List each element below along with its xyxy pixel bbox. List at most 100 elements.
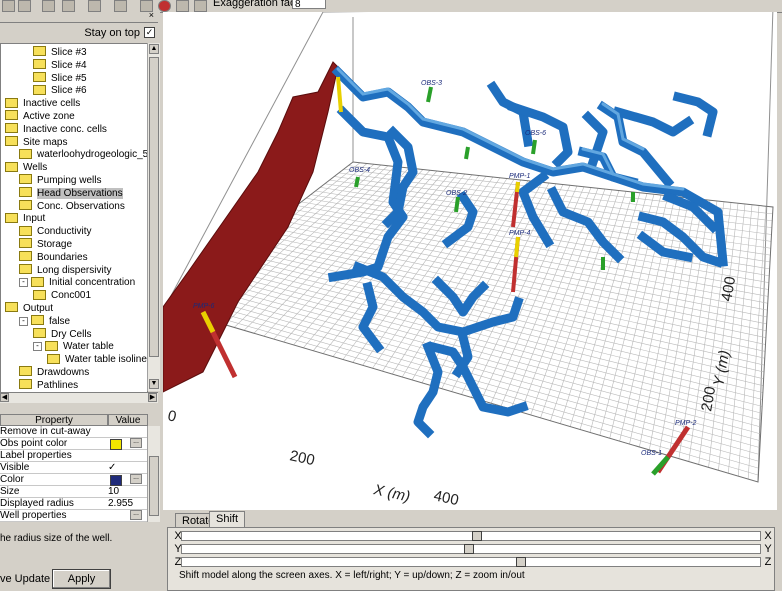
tree-item[interactable]: Site maps [5, 135, 67, 149]
scroll-thumb[interactable] [149, 57, 159, 357]
tree-item-label: false [49, 315, 71, 327]
scroll-right-icon[interactable]: ▶ [148, 393, 157, 402]
folder-icon [31, 276, 44, 287]
navigation-panel: Rotate Shift X X Y Y Z Z Shift model alo… [163, 510, 777, 591]
pathlines [327, 65, 728, 439]
folder-icon [33, 289, 46, 300]
tree-item-label: Slice #3 [51, 47, 87, 58]
grid-scrollbar[interactable] [147, 426, 160, 522]
printer-icon[interactable] [194, 0, 207, 12]
tree-item[interactable]: waterloohydrogeologic_591_6 [19, 148, 148, 161]
tree-item-label: Slice #5 [51, 72, 87, 84]
ellipsis-button[interactable]: ... [130, 510, 142, 520]
settings-icon[interactable] [114, 0, 127, 12]
y-shift-slider[interactable] [181, 544, 761, 554]
save-icon[interactable] [18, 0, 31, 12]
stay-on-top-checkbox[interactable]: ✓ [144, 27, 155, 38]
scroll-left-icon[interactable]: ◀ [0, 393, 9, 402]
z-slider-thumb[interactable] [516, 557, 526, 567]
apply-button[interactable]: Apply [52, 569, 111, 589]
tree-item[interactable]: Output [5, 302, 53, 315]
tree-item[interactable]: Inactive cells [5, 97, 80, 110]
tree-item-label: Boundaries [37, 251, 88, 263]
tree-item[interactable]: Slice #3 [33, 46, 87, 59]
tree-item[interactable]: Storage [19, 238, 72, 251]
tree-item-label: Inactive cells [23, 98, 81, 110]
tree-item[interactable]: Water table isolines [47, 353, 148, 366]
y-tick-label: 400 [718, 275, 739, 303]
collapse-icon[interactable]: - [33, 342, 42, 352]
x-shift-slider[interactable] [181, 531, 761, 541]
image-icon[interactable] [176, 0, 189, 12]
ellipsis-button[interactable]: ... [130, 438, 142, 448]
collapse-icon[interactable]: - [19, 278, 28, 288]
tree-item[interactable]: Slice #5 [33, 71, 87, 85]
y-slider-thumb[interactable] [464, 544, 474, 554]
property-row[interactable]: Size 10 [0, 486, 147, 497]
property-row[interactable]: Label properties [0, 450, 147, 461]
property-row[interactable]: Well properties [0, 510, 147, 521]
open-icon[interactable] [2, 0, 15, 12]
z-shift-slider[interactable] [181, 557, 761, 567]
property-value[interactable] [108, 450, 146, 461]
property-row[interactable]: Visible ✓ [0, 462, 147, 473]
x-slider-thumb[interactable] [472, 531, 482, 541]
live-update-label[interactable]: ve Update [0, 573, 50, 585]
tree-item-label: Pumping wells [37, 175, 102, 186]
ellipsis-button[interactable]: ... [130, 474, 142, 484]
tree-item-label: waterloohydrogeologic_591_6 [37, 149, 148, 161]
tree-item[interactable]: Active zone [5, 110, 75, 123]
tree-item[interactable]: Conc001 [33, 289, 91, 302]
3d-viewport[interactable]: OBS-1 OBS-2 OBS-3 OBS-4 OBS-6 PMP-1 PMP-… [163, 12, 777, 510]
tree-item-label: Head Observations [37, 187, 123, 199]
scroll-down-icon[interactable]: ▼ [149, 379, 159, 389]
property-row[interactable]: Color [0, 474, 147, 485]
label-color-swatch[interactable] [110, 475, 122, 486]
tree-item[interactable]: - false [19, 315, 70, 328]
print-icon[interactable] [42, 0, 55, 12]
tree-item[interactable]: Long dispersivity [19, 263, 111, 277]
obs-color-swatch[interactable] [110, 439, 122, 450]
scroll-up-icon[interactable]: ▲ [149, 44, 159, 54]
tree-item[interactable]: Input [5, 212, 45, 225]
property-value[interactable]: ✓ [108, 462, 146, 473]
tree-item[interactable]: Wells [5, 161, 47, 174]
collapse-icon[interactable]: - [19, 316, 28, 326]
exaggeration-input[interactable]: 8 [292, 0, 326, 10]
close-icon[interactable]: × [149, 10, 154, 20]
tree-item[interactable]: Pumping wells [19, 174, 101, 187]
property-value[interactable]: 10 [108, 486, 146, 497]
tree-item[interactable]: Pathlines [19, 379, 78, 392]
tree-item[interactable]: Conc. Observations [19, 199, 125, 213]
property-value[interactable] [108, 426, 146, 437]
x-axis-label: X (m) [371, 481, 411, 505]
layer-tree[interactable]: Slice #3 Slice #4 Slice #5 Slice #6 Inactive… [0, 43, 148, 393]
tree-item[interactable]: Slice #4 [33, 59, 87, 72]
folder-icon [19, 187, 32, 198]
view-icon[interactable] [88, 0, 101, 12]
tree-item[interactable]: Drawdowns [19, 366, 89, 379]
model-canvas[interactable]: OBS-1 OBS-2 OBS-3 OBS-4 OBS-6 PMP-1 PMP-… [163, 12, 777, 510]
tree-item[interactable]: Dry Cells [33, 327, 92, 341]
tree-item[interactable]: Boundaries [19, 251, 88, 264]
tree-item[interactable]: Inactive conc. cells [5, 123, 107, 136]
tree-item[interactable]: Slice #6 [33, 84, 87, 97]
grid-scroll-thumb[interactable] [149, 456, 159, 516]
property-row[interactable]: Remove in cut-away [0, 426, 147, 437]
tree-item[interactable]: Head Observations [19, 187, 123, 200]
tree-item-label: Drawdowns [37, 367, 90, 378]
property-name: Size [0, 486, 20, 497]
stop-icon[interactable] [158, 0, 171, 12]
tree-item[interactable]: Conductivity [19, 225, 91, 238]
tree-hscrollbar[interactable]: ◀ ▶ [0, 392, 158, 403]
tab-shift[interactable]: Shift [209, 511, 246, 528]
tree-scrollbar[interactable]: ▲ ▼ [147, 43, 160, 391]
tree-item-label: Water table isolines [65, 354, 148, 366]
tree-item[interactable]: - Water table [33, 340, 114, 353]
property-row[interactable]: Displayed radius 2.955 [0, 498, 147, 509]
x-tick-label: 200 [288, 447, 316, 469]
disk-icon[interactable] [62, 0, 75, 12]
tree-item[interactable]: - Initial concentration [19, 276, 135, 289]
property-value[interactable]: 2.955 [108, 498, 146, 509]
property-row[interactable]: Obs point color [0, 438, 147, 449]
